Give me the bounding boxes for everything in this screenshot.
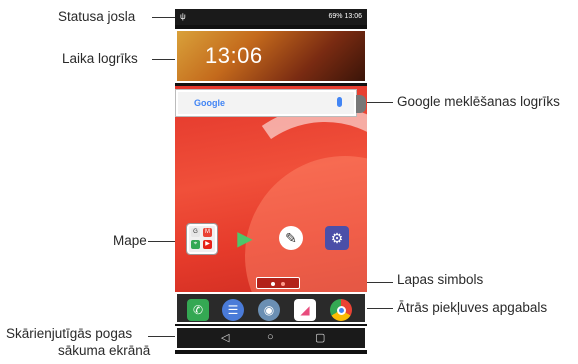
clock-time: 13:06 [205,43,263,68]
recent-apps-button[interactable]: ▢ [315,331,325,344]
label-google-search: Google meklēšanas logrīks [397,94,560,109]
back-button[interactable]: ◁ [221,331,229,344]
leader-touch-buttons [148,336,176,337]
leader-google-search [365,102,393,103]
gmail-icon: M [203,228,212,237]
label-status-bar: Statusa josla [58,9,136,24]
usb-icon: ψ [180,12,186,21]
status-right: 69% 13:06 [328,13,362,20]
leader-quick-access [367,308,393,309]
app-settings[interactable]: ⚙ [322,226,352,250]
settings-icon: ⚙ [325,226,349,250]
page-dot-active [271,282,275,286]
status-bar: ψ 69% 13:06 [175,9,367,25]
search-widget-handle [356,95,366,113]
gallery-icon[interactable]: ◢ [294,299,316,321]
app-play-store[interactable]: ▶ [230,226,260,250]
phone-icon[interactable]: ✆ [187,299,209,321]
label-touch-buttons-1: Skārienjutīgās pogas [6,326,133,341]
messages-icon[interactable]: ☰ [222,299,244,321]
pen-icon: ✎ [279,226,303,250]
home-touch-buttons: ◁ ○ ▢ [175,326,367,350]
page-indicator[interactable] [256,277,300,289]
app-notes[interactable]: ✎ [276,226,306,250]
mic-icon[interactable] [337,97,342,107]
label-touch-buttons-2: sākuma ekrānā [58,343,151,358]
label-page-indicator: Lapas simbols [397,272,484,287]
camera-icon[interactable]: ◉ [258,299,280,321]
quick-access-dock: ✆ ☰ ◉ ◢ [175,292,367,324]
folder[interactable]: G M ⌖ ▶ [186,223,218,255]
label-clock-widget: Laika logrīks [62,51,138,66]
play-store-icon: ▶ [237,227,253,250]
maps-icon: ⌖ [191,240,200,249]
google-logo: Google [194,98,225,108]
leader-status-bar [152,17,176,18]
google-search-widget[interactable]: Google [176,90,366,116]
home-button[interactable]: ○ [267,331,274,343]
label-quick-access: Ātrās piekļuves apgabals [397,300,548,315]
chrome-icon[interactable] [330,299,352,321]
leader-clock-widget [152,59,176,60]
label-folder: Mape [113,233,147,248]
clock-widget[interactable]: 13:06 [175,29,367,83]
youtube-icon: ▶ [203,240,212,249]
folder-app-icon: G [191,228,200,237]
page-dot [281,282,285,286]
